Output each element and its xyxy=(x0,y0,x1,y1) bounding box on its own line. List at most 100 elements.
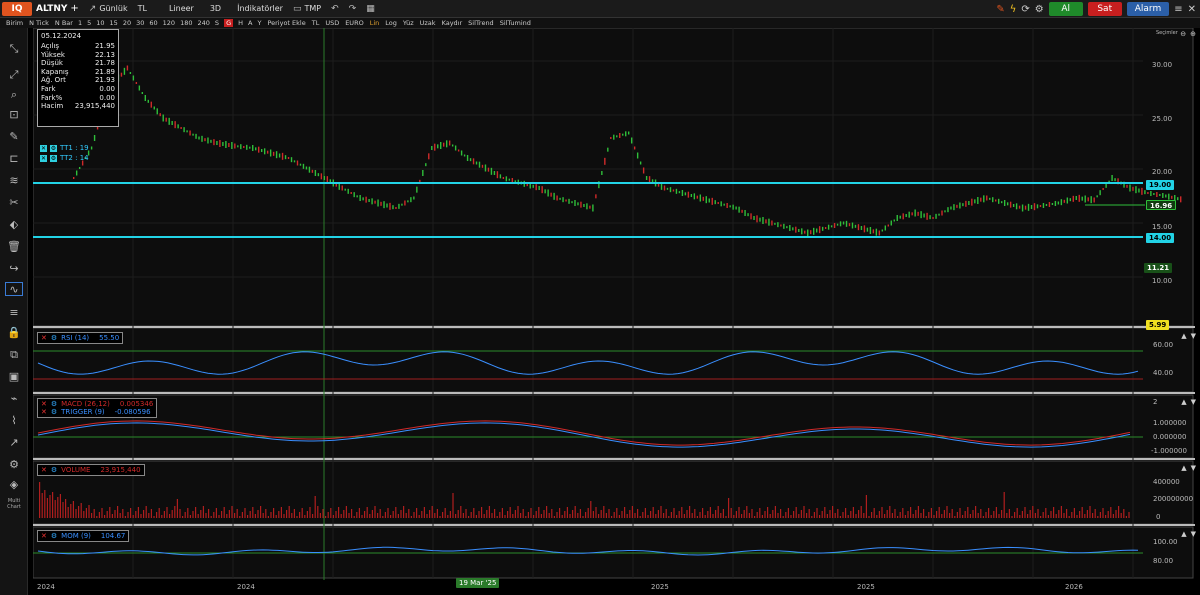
symbol-label[interactable]: ALTNY xyxy=(36,4,67,14)
path-icon[interactable]: ⌇ xyxy=(5,414,23,428)
chart-area[interactable] xyxy=(32,27,1200,595)
chart-line-icon[interactable]: ↗ xyxy=(5,436,23,450)
volume-settings-icon[interactable]: ⚙ xyxy=(51,466,57,474)
sell-button[interactable]: Sat xyxy=(1087,2,1122,16)
toolbar-item-13[interactable]: S xyxy=(215,19,219,27)
trigger-settings-icon[interactable]: ⚙ xyxy=(51,408,57,416)
mom-legend[interactable]: ✕ ⚙ MOM (9) 104.67 xyxy=(37,530,130,542)
settings-icon[interactable]: ⚙ xyxy=(1035,4,1044,15)
toolbar-item-20[interactable]: USD xyxy=(325,19,339,27)
levels-icon[interactable]: ≡ xyxy=(5,306,23,320)
mom-move-up-icon[interactable]: ▲ xyxy=(1181,530,1186,538)
buy-button[interactable]: Al xyxy=(1048,2,1083,16)
rsi-move-up-icon[interactable]: ▲ xyxy=(1181,332,1186,340)
trendline-1-legend[interactable]: ✕ ⚙ TT1 : 19 xyxy=(40,144,89,152)
trendline-2-settings[interactable]: ⚙ xyxy=(50,154,57,162)
toolbar-item-0[interactable]: Birim xyxy=(6,19,23,27)
toolbar-item-6[interactable]: 15 xyxy=(110,19,118,27)
trendline-1-settings[interactable]: ⚙ xyxy=(50,144,57,152)
volume-legend[interactable]: ✕ ⚙ VOLUME 23,915,440 xyxy=(37,464,145,476)
3d-toggle[interactable]: 3D xyxy=(210,4,221,13)
trigger-remove-icon[interactable]: ✕ xyxy=(41,408,47,416)
toolbar-item-14[interactable]: G xyxy=(224,19,234,27)
toolbar-item-24[interactable]: Yüz xyxy=(403,19,414,27)
rsi-legend[interactable]: ✕ ⚙ RSI (14) 55.50 xyxy=(37,332,124,344)
close-icon[interactable]: ✕ xyxy=(1188,4,1196,15)
ruler-icon[interactable]: ⊏ xyxy=(5,152,23,166)
expand-icon[interactable]: ⤡ xyxy=(5,42,23,56)
toolbar-item-26[interactable]: Kaydır xyxy=(442,19,463,27)
zoom-icon[interactable]: ⌕ xyxy=(5,88,23,102)
currency-dropdown[interactable]: TL xyxy=(138,4,147,13)
toolbar-item-2[interactable]: N Bar xyxy=(55,19,73,27)
scissors-icon[interactable]: ✂ xyxy=(5,196,23,210)
toolbar-item-10[interactable]: 120 xyxy=(163,19,175,27)
trendline-1-checkbox[interactable]: ✕ xyxy=(40,144,47,152)
mom-settings-icon[interactable]: ⚙ xyxy=(51,532,57,540)
redo-button[interactable]: ↷ xyxy=(349,4,357,14)
macd-move-up-icon[interactable]: ▲ xyxy=(1181,398,1186,406)
rsi-settings-icon[interactable]: ⚙ xyxy=(51,334,57,342)
lightning-icon[interactable]: ϟ xyxy=(1010,4,1017,15)
frame-icon[interactable]: ▣ xyxy=(5,370,23,384)
chart-svg[interactable] xyxy=(32,27,1200,595)
price-tag-19[interactable]: 19.00 xyxy=(1146,180,1175,190)
volume-move-down-icon[interactable]: ▼ xyxy=(1191,464,1196,472)
tmp-button[interactable]: ▭ TMP xyxy=(293,4,321,14)
toolbar-item-16[interactable]: A xyxy=(248,19,252,27)
add-symbol-button[interactable]: + xyxy=(70,3,78,14)
price-axis-title[interactable]: Seçimler xyxy=(1156,30,1178,36)
toolbar-item-8[interactable]: 30 xyxy=(136,19,144,27)
toolbar-item-1[interactable]: N Tick xyxy=(29,19,49,27)
toolbar-item-11[interactable]: 180 xyxy=(180,19,192,27)
menu-icon[interactable]: ≡ xyxy=(1174,4,1182,15)
undo-button[interactable]: ↶ xyxy=(331,4,339,14)
toolbar-item-7[interactable]: 20 xyxy=(123,19,131,27)
toolbar-item-17[interactable]: Y xyxy=(257,19,261,27)
price-tag-14[interactable]: 14.00 xyxy=(1146,233,1175,243)
zoom-in-icon[interactable]: ⊕ xyxy=(1190,30,1196,38)
template-button[interactable]: ▦ xyxy=(366,4,375,14)
fibonacci-icon[interactable]: ≋ xyxy=(5,174,23,188)
scale-dropdown[interactable]: Lineer xyxy=(169,4,194,13)
pencil-icon[interactable]: ✎ xyxy=(5,130,23,144)
toolbar-item-9[interactable]: 60 xyxy=(149,19,157,27)
multi-chart-label[interactable]: Multi Chart xyxy=(2,498,26,510)
volume-move-up-icon[interactable]: ▲ xyxy=(1181,464,1186,472)
arrow-right-icon[interactable]: ↪ xyxy=(5,262,23,276)
rsi-remove-icon[interactable]: ✕ xyxy=(41,334,47,342)
crosshair-icon[interactable]: ⤢ xyxy=(5,68,23,82)
copy-icon[interactable]: ⧉ xyxy=(5,348,23,362)
trendline-2-checkbox[interactable]: ✕ xyxy=(40,154,47,162)
toolbar-item-23[interactable]: Log xyxy=(385,19,397,27)
refresh-icon[interactable]: ⟳ xyxy=(1021,4,1029,15)
lock-icon[interactable]: 🔒 xyxy=(5,326,23,340)
rsi-move-down-icon[interactable]: ▼ xyxy=(1191,332,1196,340)
toolbar-item-25[interactable]: Uzak xyxy=(420,19,436,27)
toolbar-item-3[interactable]: 1 xyxy=(78,19,82,27)
shapes-icon[interactable]: ⬖ xyxy=(5,218,23,232)
mom-remove-icon[interactable]: ✕ xyxy=(41,532,47,540)
trendline-2-legend[interactable]: ✕ ⚙ TT2 : 14 xyxy=(40,154,89,162)
trash-icon[interactable]: 🗑 xyxy=(5,240,23,254)
toolbar-item-15[interactable]: H xyxy=(238,19,243,27)
alarm-button[interactable]: Alarm xyxy=(1126,2,1170,16)
gear-icon[interactable]: ⚙ xyxy=(5,458,23,472)
macd-settings-icon[interactable]: ⚙ xyxy=(51,400,57,408)
toolbar-item-12[interactable]: 240 xyxy=(198,19,210,27)
volume-remove-icon[interactable]: ✕ xyxy=(41,466,47,474)
fit-icon[interactable]: ⊡ xyxy=(5,108,23,122)
layers-icon[interactable]: ◈ xyxy=(5,478,23,492)
toolbar-item-18[interactable]: Periyot Ekle xyxy=(267,19,305,27)
toolbar-item-22[interactable]: Lin xyxy=(370,19,380,27)
macd-legend[interactable]: ✕ ⚙ MACD (26,12) 0.005346 ✕ ⚙ TRIGGER (9) -0.0… xyxy=(37,398,158,418)
macd-remove-icon[interactable]: ✕ xyxy=(41,400,47,408)
mom-move-down-icon[interactable]: ▼ xyxy=(1191,530,1196,538)
toolbar-item-21[interactable]: EURO xyxy=(345,19,364,27)
period-dropdown[interactable]: ↗ Günlük xyxy=(89,4,128,14)
toolbar-item-4[interactable]: 5 xyxy=(87,19,91,27)
toolbar-item-19[interactable]: TL xyxy=(312,19,320,27)
tools-icon[interactable]: ✎ xyxy=(996,4,1004,15)
toolbar-item-28[interactable]: SilTumind xyxy=(500,19,531,27)
macd-move-down-icon[interactable]: ▼ xyxy=(1191,398,1196,406)
